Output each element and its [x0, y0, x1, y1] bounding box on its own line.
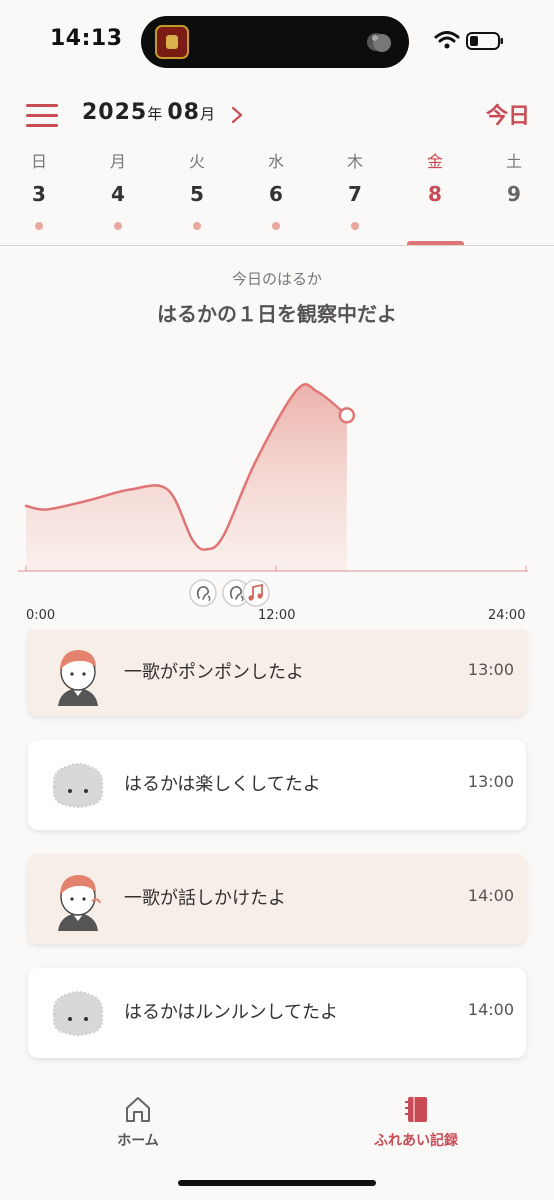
- event-time: 13:00: [467, 772, 514, 791]
- person-avatar-icon: [58, 875, 101, 931]
- notebook-icon: [405, 1097, 427, 1122]
- week-strip: 日3 月4 火5 水6 木7 金8 土9: [0, 150, 554, 246]
- event-text: 一歌が話しかけたよ: [124, 888, 286, 909]
- day-item[interactable]: 火5: [167, 150, 227, 246]
- event-text: はるかはルンルンしてたよ: [124, 1002, 339, 1023]
- x-tick-label: 24:00: [488, 608, 526, 623]
- section-title: はるかの１日を観察中だよ: [157, 302, 397, 326]
- list-item[interactable]: はるかはルンルンしてたよ 14:00: [28, 968, 526, 1058]
- home-indicator: [178, 1180, 376, 1186]
- day-item[interactable]: 日3: [9, 150, 69, 246]
- divider: [0, 245, 554, 246]
- chevron-right-icon[interactable]: [228, 105, 246, 125]
- activity-dot: [35, 222, 43, 230]
- voice-icon[interactable]: [189, 579, 217, 607]
- x-tick-label: 0:00: [26, 608, 56, 623]
- section-subtitle: 今日のはるか: [231, 270, 322, 288]
- mood-chart: 0:00 12:00 24:00: [0, 370, 554, 630]
- creature-avatar-icon: [52, 763, 104, 808]
- list-item[interactable]: 一歌がポンポンしたよ 13:00: [28, 630, 526, 716]
- day-item[interactable]: 木7: [325, 150, 385, 246]
- list-item[interactable]: 一歌が話しかけたよ 14:00: [28, 854, 526, 944]
- mood-chart-svg: [18, 383, 528, 607]
- chart-current-point: [338, 407, 356, 424]
- status-time: 14:13: [50, 26, 123, 51]
- tab-records[interactable]: ふれあい記録: [356, 1094, 476, 1150]
- event-time: 14:00: [467, 1000, 514, 1019]
- app-activity-icon: [155, 25, 189, 59]
- month-title: 2025年 08月: [82, 100, 215, 125]
- activity-dot: [351, 222, 359, 230]
- day-item[interactable]: 水6: [246, 150, 306, 246]
- tab-home-label: ホーム: [117, 1133, 159, 1149]
- status-bar: 14:13: [0, 0, 554, 84]
- tab-home[interactable]: ホーム: [78, 1094, 198, 1150]
- music-icon[interactable]: [242, 579, 270, 607]
- today-button[interactable]: 今日: [486, 98, 530, 130]
- day-item[interactable]: 月4: [88, 150, 148, 246]
- activity-dot: [272, 222, 280, 230]
- wifi-icon: [434, 31, 460, 49]
- person-avatar-icon: [58, 650, 98, 706]
- creature-avatar-icon: [52, 991, 104, 1036]
- event-time: 13:00: [467, 660, 514, 679]
- event-time: 14:00: [467, 886, 514, 905]
- activity-dot: [193, 222, 201, 230]
- camera-icon: [367, 33, 391, 52]
- x-tick-label: 12:00: [258, 608, 296, 623]
- day-item[interactable]: 土9: [484, 150, 544, 246]
- activity-dot: [114, 222, 122, 230]
- tab-records-label: ふれあい記録: [374, 1133, 458, 1149]
- battery-icon: [466, 32, 503, 50]
- calendar-header: 2025年 08月 今日: [0, 90, 554, 140]
- dynamic-island: [141, 16, 409, 68]
- chart-area: [26, 384, 347, 571]
- list-item[interactable]: はるかは楽しくしてたよ 13:00: [28, 740, 526, 830]
- event-text: 一歌がポンポンしたよ: [124, 662, 304, 683]
- menu-icon[interactable]: [26, 104, 58, 127]
- home-icon: [126, 1097, 150, 1122]
- day-item-selected[interactable]: 金8: [405, 150, 465, 246]
- event-text: はるかは楽しくしてたよ: [124, 774, 321, 795]
